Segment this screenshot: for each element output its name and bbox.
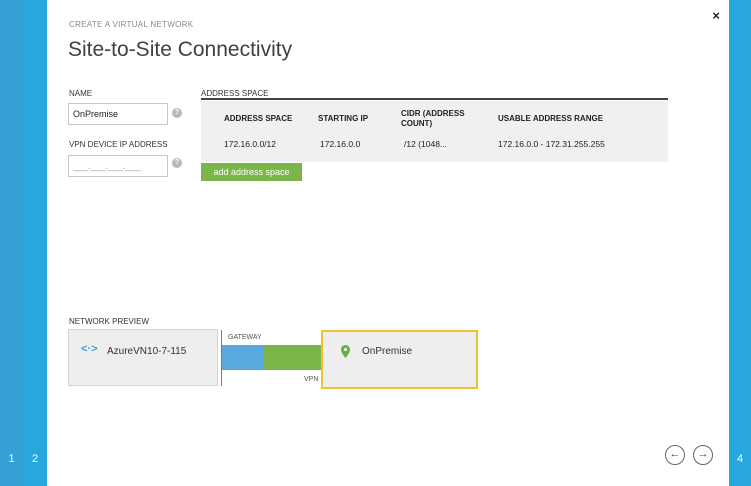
col-header-starting-ip: STARTING IP [318, 114, 369, 123]
add-address-space-button[interactable]: add address space [201, 163, 302, 181]
wizard-kicker: CREATE A VIRTUAL NETWORK [69, 20, 194, 29]
address-space-divider [201, 98, 668, 100]
col-header-address-space: ADDRESS SPACE [224, 114, 293, 123]
virtual-network-node: <·> AzureVN10-7-115 [68, 329, 218, 386]
name-input[interactable]: OnPremise [68, 103, 168, 125]
step-number-1: 1 [8, 453, 15, 465]
help-icon[interactable]: ? [172, 108, 182, 118]
col-header-cidr: CIDR (ADDRESS COUNT) [401, 109, 465, 128]
gateway-label: GATEWAY [228, 334, 262, 341]
location-pin-icon [341, 345, 350, 361]
local-network-name: OnPremise [362, 346, 413, 357]
close-button[interactable]: × [712, 8, 720, 23]
page-title: Site-to-Site Connectivity [68, 38, 293, 61]
wizard-step-rail-1[interactable]: 1 [0, 0, 23, 486]
vpn-label: VPN [304, 376, 319, 383]
address-space-label: ADDRESS SPACE [201, 89, 269, 98]
col-header-usable-range: USABLE ADDRESS RANGE [498, 114, 604, 123]
cell-usable-range: 172.16.0.0 - 172.31.255.255 [498, 139, 605, 149]
back-button[interactable]: ← [665, 445, 685, 465]
wizard-step-rail-2[interactable]: 2 [23, 0, 47, 486]
next-button[interactable]: → [693, 445, 713, 465]
cell-starting-ip[interactable]: 172.16.0.0 [320, 139, 360, 149]
cell-cidr[interactable]: /12 (1048... [404, 139, 447, 149]
vpn-ip-label: VPN DEVICE IP ADDRESS [69, 140, 168, 149]
help-icon[interactable]: ? [172, 158, 182, 168]
network-preview-label: NETWORK PREVIEW [69, 317, 150, 326]
name-label: NAME [69, 89, 93, 98]
virtual-network-icon: <·> [81, 343, 98, 355]
step-number-4: 4 [736, 453, 744, 465]
step-number-2: 2 [31, 453, 39, 465]
address-space-table: ADDRESS SPACE STARTING IP CIDR (ADDRESS … [201, 101, 668, 162]
virtual-network-name: AzureVN10-7-115 [107, 346, 187, 357]
vpn-bar [263, 345, 322, 370]
local-network-node: OnPremise [321, 330, 478, 389]
wizard-step-rail-4[interactable]: 4 [729, 0, 751, 486]
vpn-ip-input[interactable]: ___.___.___.___ [68, 155, 168, 177]
cell-address-space[interactable]: 172.16.0.0/12 [224, 139, 276, 149]
